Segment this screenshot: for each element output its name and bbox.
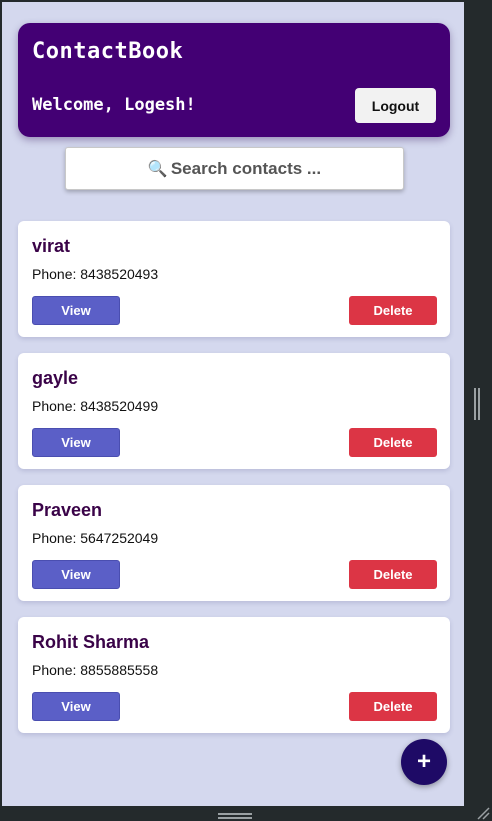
delete-button[interactable]: Delete — [349, 560, 437, 589]
contact-name: virat — [32, 236, 71, 256]
add-contact-button[interactable]: + — [401, 739, 447, 785]
view-button[interactable]: View — [32, 296, 120, 325]
welcome-message: Welcome, Logesh! — [32, 95, 196, 115]
delete-button[interactable]: Delete — [349, 428, 437, 457]
contact-name: Rohit Sharma — [32, 632, 150, 652]
plus-icon: + — [416, 748, 431, 775]
search-placeholder: Search contacts ... — [170, 158, 322, 178]
view-button[interactable]: View — [32, 428, 120, 457]
resize-handle-vertical-icon[interactable] — [472, 388, 482, 420]
view-button[interactable]: View — [32, 692, 120, 721]
contact-card: Praveen Phone: 5647252049 View Delete — [18, 485, 450, 601]
delete-button[interactable]: Delete — [349, 296, 437, 325]
contact-phone: Phone: 5647252049 — [32, 530, 159, 546]
app-title: ContactBook — [32, 39, 184, 64]
logout-button[interactable]: Logout — [355, 88, 436, 123]
contact-card: virat Phone: 8438520493 View Delete — [18, 221, 450, 337]
delete-button[interactable]: Delete — [349, 692, 437, 721]
magnifier-icon: 🔍 — [147, 160, 168, 178]
resize-handle-horizontal-icon[interactable] — [218, 813, 252, 819]
app-header: ContactBook Welcome, Logesh! Logout — [18, 23, 450, 137]
view-button[interactable]: View — [32, 560, 120, 589]
resize-grip-icon[interactable] — [476, 806, 490, 820]
search-input[interactable]: 🔍 Search contacts ... — [65, 147, 404, 190]
app-viewport: ContactBook Welcome, Logesh! Logout 🔍 Se… — [2, 2, 464, 806]
contact-card: Rohit Sharma Phone: 8855885558 View Dele… — [18, 617, 450, 733]
contact-phone: Phone: 8438520493 — [32, 266, 159, 282]
contact-card: gayle Phone: 8438520499 View Delete — [18, 353, 450, 469]
contact-phone: Phone: 8438520499 — [32, 398, 159, 414]
contact-name: gayle — [32, 368, 79, 388]
contact-name: Praveen — [32, 500, 103, 520]
contact-phone: Phone: 8855885558 — [32, 662, 159, 678]
